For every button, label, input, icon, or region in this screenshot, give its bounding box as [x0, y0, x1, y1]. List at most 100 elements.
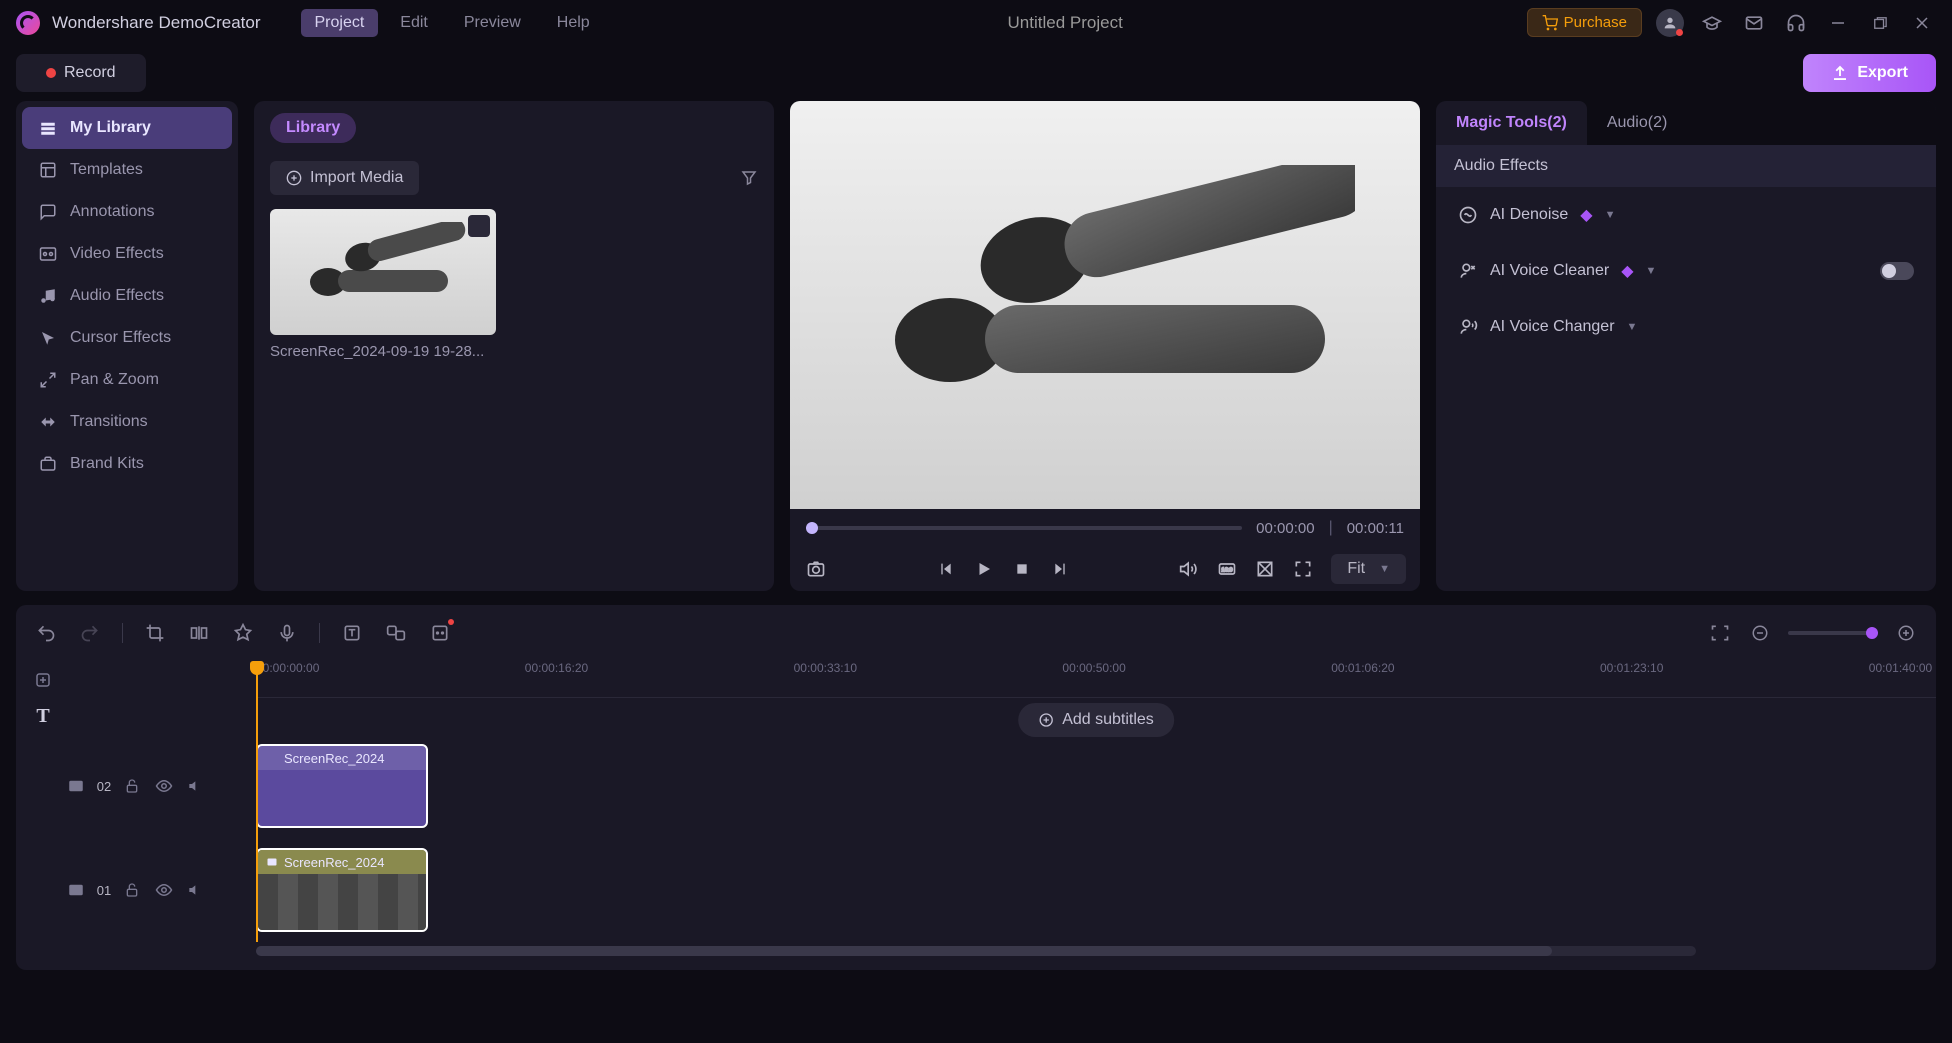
prop-ai-denoise[interactable]: AI Denoise ◆ ▼ — [1436, 187, 1936, 243]
filter-button[interactable] — [740, 169, 758, 187]
scrubber-handle[interactable] — [806, 522, 818, 534]
timeline-clip[interactable]: ScreenRec_2024 — [256, 848, 428, 932]
tab-audio[interactable]: Audio(2) — [1587, 101, 1687, 145]
minimize-icon[interactable] — [1824, 9, 1852, 37]
sidebar-item-label: Video Effects — [70, 245, 164, 263]
menu-edit[interactable]: Edit — [386, 9, 442, 37]
menu-project[interactable]: Project — [301, 9, 379, 37]
lock-button[interactable] — [121, 775, 143, 797]
preview-scrubber-bar: 00:00:00 | 00:00:11 — [790, 509, 1420, 547]
track-01[interactable]: ScreenRec_2024 — [256, 838, 1936, 942]
mail-icon[interactable] — [1740, 9, 1768, 37]
track-02[interactable]: ScreenRec_2024 — [256, 734, 1936, 838]
add-subtitles-button[interactable]: Add subtitles — [1018, 703, 1174, 737]
record-button[interactable]: Record — [16, 54, 146, 92]
graduation-icon[interactable] — [1698, 9, 1726, 37]
titlebar-right: Purchase — [1527, 8, 1936, 37]
purchase-button[interactable]: Purchase — [1527, 8, 1642, 37]
timeline-track-headers: T 02 01 — [16, 661, 256, 942]
filter-icon — [740, 169, 758, 187]
toolbar-divider — [122, 623, 123, 643]
prop-ai-voice-changer[interactable]: AI Voice Changer ▼ — [1436, 299, 1936, 355]
sidebar-item-audio-effects[interactable]: Audio Effects — [22, 275, 232, 317]
aspect-ratio-button[interactable]: 16:9 — [1215, 557, 1239, 581]
play-button[interactable] — [972, 557, 996, 581]
timeline-scrollbar[interactable] — [256, 946, 1696, 956]
sidebar-item-brand-kits[interactable]: Brand Kits — [22, 443, 232, 485]
subtitle-track[interactable]: Add subtitles — [256, 698, 1936, 734]
mute-button[interactable] — [185, 879, 207, 901]
crop-button[interactable] — [143, 621, 167, 645]
zoom-out-button[interactable] — [1748, 621, 1772, 645]
clip-header: ScreenRec_2024 — [258, 850, 426, 874]
properties-tabs: Magic Tools(2) Audio(2) — [1436, 101, 1936, 145]
undo-button[interactable] — [34, 621, 58, 645]
sidebar-item-transitions[interactable]: Transitions — [22, 401, 232, 443]
record-label: Record — [64, 64, 116, 82]
scrubber[interactable] — [806, 526, 1242, 530]
library-toolbar: Import Media — [270, 161, 758, 195]
ruler-tick: 00:01:23:10 — [1600, 661, 1663, 677]
timeline-tracks[interactable]: 00:00:00:00 00:00:16:20 00:00:33:10 00:0… — [256, 661, 1936, 942]
import-media-button[interactable]: Import Media — [270, 161, 419, 195]
add-track-button[interactable] — [32, 669, 54, 691]
text-track-header: T — [16, 698, 256, 734]
subbar: Record Export — [0, 45, 1952, 101]
translate-button[interactable] — [384, 621, 408, 645]
sidebar-item-templates[interactable]: Templates — [22, 149, 232, 191]
lock-button[interactable] — [121, 879, 143, 901]
timeline-clip[interactable]: ScreenRec_2024 — [256, 744, 428, 828]
zoom-slider[interactable] — [1788, 631, 1878, 635]
export-button[interactable]: Export — [1803, 54, 1936, 92]
visibility-button[interactable] — [153, 879, 175, 901]
sidebar-item-my-library[interactable]: My Library — [22, 107, 232, 149]
account-icon[interactable] — [1656, 9, 1684, 37]
fit-width-button[interactable] — [1708, 621, 1732, 645]
zoom-in-button[interactable] — [1894, 621, 1918, 645]
menu-preview[interactable]: Preview — [450, 9, 535, 37]
sidebar-item-label: Cursor Effects — [70, 329, 171, 347]
headset-icon[interactable] — [1782, 9, 1810, 37]
snapshot-button[interactable] — [804, 557, 828, 581]
sidebar-item-label: Templates — [70, 161, 143, 179]
sidebar-item-annotations[interactable]: Annotations — [22, 191, 232, 233]
sidebar-item-label: Pan & Zoom — [70, 371, 159, 389]
next-frame-button[interactable] — [1048, 557, 1072, 581]
marker-button[interactable] — [231, 621, 255, 645]
maximize-icon[interactable] — [1866, 9, 1894, 37]
sidebar-item-cursor-effects[interactable]: Cursor Effects — [22, 317, 232, 359]
close-icon[interactable] — [1908, 9, 1936, 37]
time-current: 00:00:00 — [1256, 520, 1314, 537]
preview-viewport[interactable] — [790, 101, 1420, 509]
time-total: 00:00:11 — [1347, 520, 1404, 537]
grid-button[interactable] — [1253, 557, 1277, 581]
voiceover-button[interactable] — [275, 621, 299, 645]
timeline-ruler[interactable]: 00:00:00:00 00:00:16:20 00:00:33:10 00:0… — [256, 661, 1936, 698]
audio-waveform-icon — [266, 752, 278, 764]
redo-button[interactable] — [78, 621, 102, 645]
playhead[interactable] — [256, 661, 258, 942]
volume-button[interactable] — [1177, 557, 1201, 581]
chevron-down-icon: ▼ — [1605, 209, 1616, 221]
text-button[interactable] — [340, 621, 364, 645]
ai-button[interactable] — [428, 621, 452, 645]
voice-cleaner-toggle[interactable] — [1880, 262, 1914, 280]
tab-magic-tools[interactable]: Magic Tools(2) — [1436, 101, 1587, 145]
sidebar-item-label: My Library — [70, 119, 151, 137]
media-clip[interactable]: ScreenRec_2024-09-19 19-28... — [270, 209, 496, 360]
stop-button[interactable] — [1010, 557, 1034, 581]
cart-icon — [1542, 15, 1558, 31]
zoom-fit-select[interactable]: Fit ▼ — [1331, 554, 1406, 584]
main-menu: Project Edit Preview Help — [301, 9, 604, 37]
fullscreen-button[interactable] — [1291, 557, 1315, 581]
mute-button[interactable] — [185, 775, 207, 797]
prop-ai-voice-cleaner[interactable]: AI Voice Cleaner ◆ ▼ — [1436, 243, 1936, 299]
split-button[interactable] — [187, 621, 211, 645]
premium-diamond-icon: ◆ — [1580, 205, 1592, 225]
ruler-tick: 00:00:33:10 — [794, 661, 857, 677]
visibility-button[interactable] — [153, 775, 175, 797]
prev-frame-button[interactable] — [934, 557, 958, 581]
menu-help[interactable]: Help — [543, 9, 604, 37]
sidebar-item-pan-zoom[interactable]: Pan & Zoom — [22, 359, 232, 401]
sidebar-item-video-effects[interactable]: Video Effects — [22, 233, 232, 275]
